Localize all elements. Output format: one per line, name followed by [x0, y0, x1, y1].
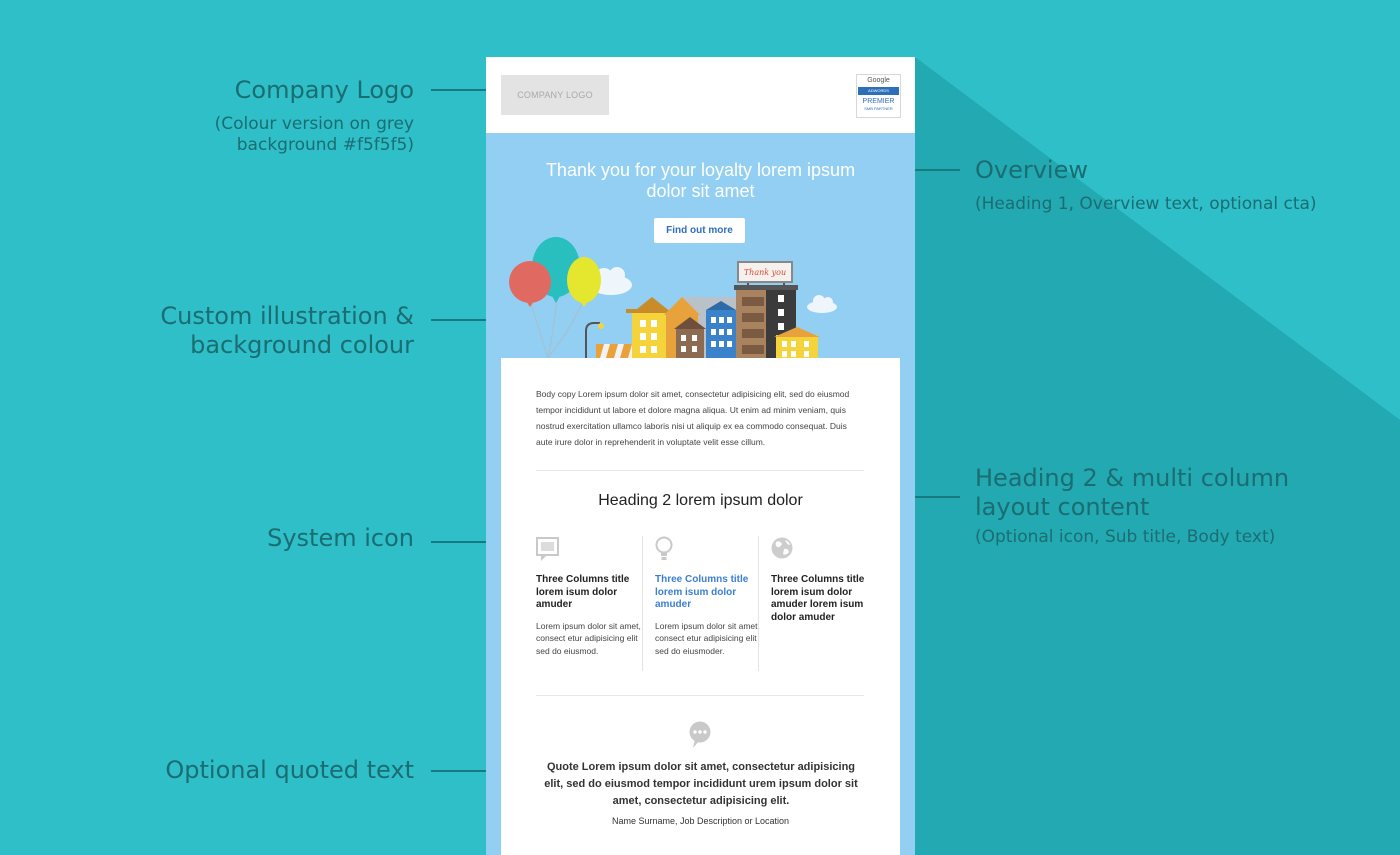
body-copy: Body copy Lorem ipsum dolor sit amet, co…: [536, 389, 850, 447]
divider: [536, 695, 864, 696]
cloud-icon: [807, 295, 837, 313]
divider: [536, 470, 864, 471]
annotation-title: Optional quoted text: [165, 756, 414, 784]
annotation-title: Company Logo: [234, 76, 414, 104]
heading-2: Heading 2 lorem ipsum dolor: [598, 492, 803, 509]
badge-product: ADWORDS: [858, 87, 899, 95]
annotation-title: System icon: [267, 524, 414, 552]
column-1: Three Columns title lorem isum dolor amu…: [536, 536, 642, 657]
annotation-illustration: Custom illustration & background colour: [150, 302, 414, 360]
email-content: Body copy Lorem ipsum dolor sit amet, co…: [501, 358, 900, 855]
quote-attribution: Name Surname, Job Description or Locatio…: [611, 816, 790, 826]
globe-icon: [771, 537, 793, 559]
lightbulb-icon: [655, 536, 673, 560]
column-body: Lorem ipsum dolor sit amet, consect etur…: [536, 620, 641, 656]
annotation-heading2: Heading 2 & multi column layout content …: [975, 464, 1305, 548]
quote-text: Quote Lorem ipsum dolor sit amet, consec…: [544, 761, 858, 807]
column-2: Three Columns title lorem isum dolor amu…: [655, 536, 761, 657]
speech-bubble-icon: [689, 721, 711, 748]
badge-tier: PREMIER: [862, 98, 895, 105]
annotation-title: Custom illustration & background colour: [160, 302, 414, 359]
company-logo[interactable]: COMPANY LOGO: [501, 75, 609, 115]
annotation-title: Overview: [975, 156, 1088, 184]
annotation-system-icon: System icon: [150, 524, 414, 553]
column-divider: [758, 536, 759, 671]
window-icon: [536, 537, 559, 561]
annotation-subtitle: (Optional icon, Sub title, Body text): [975, 527, 1276, 547]
balloon-icon: [567, 257, 601, 307]
annotation-quote: Optional quoted text: [150, 756, 414, 785]
column-title: Three Columns title lorem isum dolor amu…: [771, 574, 865, 623]
column-divider: [642, 536, 643, 671]
hero-illustration: Thank you: [509, 237, 837, 358]
column-3: Three Columns title lorem isum dolor amu…: [771, 536, 877, 624]
email-template: COMPANY LOGO Google ADWORDS PREMIER SMB …: [486, 57, 915, 855]
email-header: COMPANY LOGO Google ADWORDS PREMIER SMB …: [486, 57, 915, 133]
billboard-text: Thank you: [744, 268, 786, 277]
annotation-subtitle: (Heading 1, Overview text, optional cta): [975, 194, 1317, 214]
annotation-company-logo: Company Logo (Colour version on grey bac…: [150, 76, 414, 156]
column-title-link[interactable]: Three Columns title lorem isum dolor amu…: [655, 574, 761, 612]
badge-program: SMB PARTNER: [864, 106, 893, 111]
column-title: Three Columns title lorem isum dolor amu…: [536, 574, 630, 610]
hero-heading: Thank you for your loyalty lorem ipsum d…: [545, 160, 856, 201]
column-body: Lorem ipsum dolor sit amet, consect etur…: [655, 620, 760, 656]
annotation-subtitle: (Colour version on grey background #f5f5…: [214, 114, 414, 155]
annotation-title: Heading 2 & multi column layout content: [975, 464, 1290, 521]
google-partner-badge: Google ADWORDS PREMIER SMB PARTNER: [856, 74, 901, 118]
annotation-overview: Overview (Heading 1, Overview text, opti…: [975, 156, 1355, 215]
balloon-icon: [509, 261, 551, 307]
badge-brand: Google: [867, 77, 890, 84]
